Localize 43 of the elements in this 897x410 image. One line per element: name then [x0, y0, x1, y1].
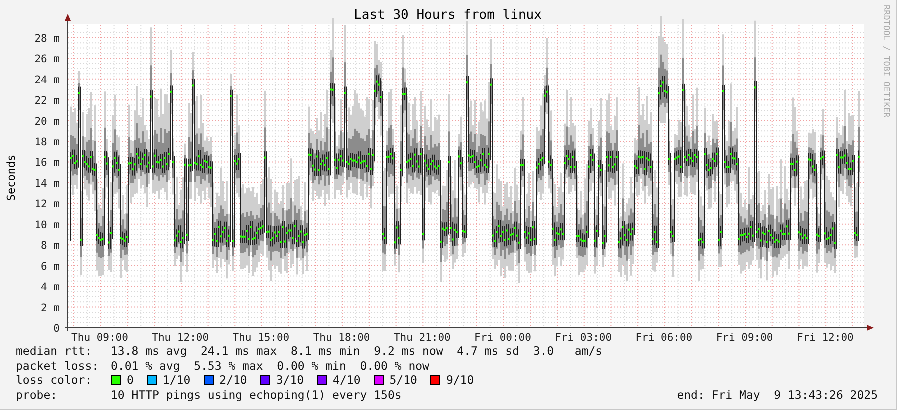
x-tick-label: Fri 06:00 [636, 332, 693, 344]
legend-values: 13.8 ms avg 24.1 ms max 8.1 ms min 9.2 ms now 4.7 ms sd 3.0 am/s [111, 344, 603, 358]
probe-description: 10 HTTP pings using echoping(1) every 150s [111, 388, 402, 402]
y-tick-label: 2 m [41, 302, 60, 314]
y-tick-label: 18 m [34, 136, 60, 149]
y-tick-label: 16 m [34, 157, 60, 170]
y-tick-label: 6 m [41, 260, 60, 273]
x-tick-label: Thu 15:00 [232, 332, 290, 344]
x-tick-label: Fri 12:00 [796, 332, 854, 344]
x-tick-label: Thu 09:00 [72, 332, 128, 344]
y-tick-label: 20 m [34, 116, 60, 128]
y-tick-label: 22 m [34, 95, 60, 108]
chart-title: Last 30 Hours from linux [354, 8, 542, 23]
y-tick-label: 0 [54, 323, 60, 335]
y-tick-label: 12 m [34, 198, 60, 211]
legend-label: packet loss: [16, 358, 100, 373]
x-tick-label: Thu 12:00 [152, 332, 210, 344]
y-tick-label: 24 m [34, 74, 60, 86]
x-tick-label: Fri 03:00 [555, 332, 612, 344]
swatch-label: 3/10 [276, 373, 304, 388]
y-tick-label: 8 m [41, 240, 60, 252]
x-tick-label: Thu 21:00 [394, 332, 451, 344]
swatch-label: 0 [127, 373, 134, 388]
y-tick-label: 4 m [41, 282, 60, 294]
credit-label: RRDTOOL / TOBI OETIKER [881, 5, 891, 118]
y-axis-label: Seconds [5, 154, 18, 202]
x-tick-label: Fri 00:00 [474, 332, 532, 344]
legend-label: median rtt: [16, 344, 94, 358]
swatch-label: 1/10 [162, 373, 191, 388]
swatch-label: 5/10 [390, 373, 418, 388]
legend-label: loss color: [16, 373, 94, 388]
swatch-label: 2/10 [220, 373, 248, 388]
y-tick-label: 14 m [34, 178, 60, 190]
y-tick-label: 26 m [34, 54, 60, 66]
x-tick-label: Thu 18:00 [313, 332, 370, 344]
x-tick-label: Fri 09:00 [716, 332, 774, 344]
swatch-label: 9/10 [446, 373, 474, 388]
y-tick-label: 28 m [34, 32, 60, 45]
y-tick-label: 10 m [34, 219, 60, 232]
legend-label: probe: [16, 388, 59, 402]
swatch-label: 4/10 [333, 373, 361, 388]
legend-values: 0.01 % avg 5.53 % max 0.00 % min 0.00 % now [111, 358, 430, 373]
end-time: end: Fri May 9 13:43:26 2025 [677, 388, 878, 402]
